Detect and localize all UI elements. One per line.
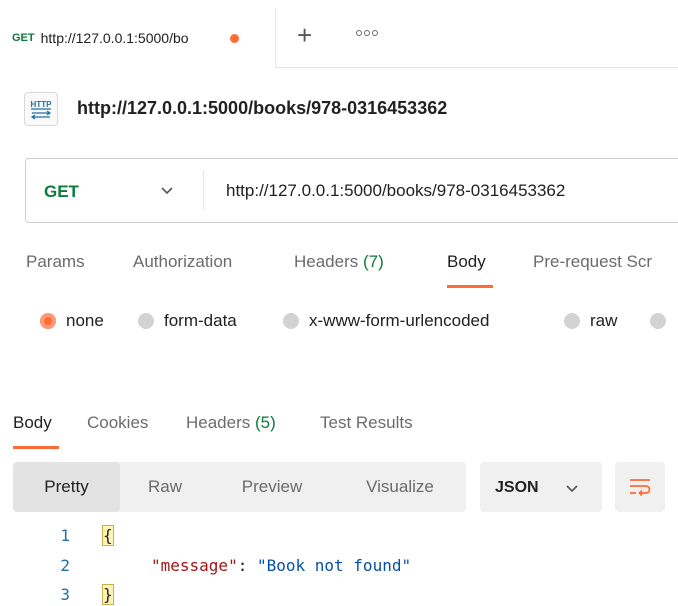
tab-method: GET (12, 32, 35, 44)
http-icon: HTTP (24, 92, 58, 126)
radio-label-form-data[interactable]: form-data (164, 311, 237, 331)
line-number: 3 (60, 585, 70, 604)
line-number: 2 (60, 556, 70, 575)
unsaved-indicator-icon (229, 33, 239, 43)
url-input[interactable]: http://127.0.0.1:5000/books/978-03164533… (226, 181, 565, 201)
response-tab-test-results[interactable]: Test Results (320, 413, 413, 433)
view-preview-button[interactable]: Preview (218, 462, 326, 512)
url-divider (203, 170, 204, 210)
radio-label-none[interactable]: none (66, 311, 104, 331)
line-number: 1 (60, 526, 70, 545)
tab-label: Headers (186, 413, 255, 432)
headers-count: (7) (362, 252, 384, 271)
wrap-lines-button[interactable] (615, 462, 665, 512)
tab-body[interactable]: Body (447, 252, 486, 272)
tab-title: http://127.0.0.1:5000/bo (40, 30, 189, 46)
headers-count: (5) (254, 413, 276, 432)
view-pretty-button[interactable]: Pretty (13, 462, 120, 512)
tab-authorization[interactable]: Authorization (133, 252, 232, 272)
request-tab[interactable]: GET http://127.0.0.1:5000/bo (0, 8, 276, 68)
code-line-3: } (102, 584, 114, 605)
tab-label: Cookies (87, 413, 149, 432)
active-response-tab-indicator (13, 446, 59, 449)
tab-headers[interactable]: Headers (7) (294, 252, 384, 272)
tab-label: Params (26, 252, 85, 271)
open-brace: { (102, 525, 114, 546)
tab-label: Headers (294, 252, 363, 271)
wrap-lines-icon (630, 479, 651, 497)
view-visualize-button[interactable]: Visualize (346, 462, 454, 512)
plus-icon[interactable]: + (297, 20, 312, 50)
json-value: "Book not found" (256, 556, 412, 575)
tab-params[interactable]: Params (26, 252, 85, 272)
json-colon: : (237, 556, 257, 575)
json-key: "message" (151, 556, 238, 575)
tab-label: Test Results (320, 413, 413, 432)
response-tab-cookies[interactable]: Cookies (87, 413, 148, 433)
response-tab-body[interactable]: Body (13, 413, 52, 433)
tab-pre-request-script[interactable]: Pre-request Scr (533, 252, 652, 272)
radio-none[interactable] (40, 313, 56, 329)
radio-x-www-form-urlencoded[interactable] (283, 313, 299, 329)
radio-binary[interactable] (650, 313, 666, 329)
radio-raw[interactable] (564, 313, 580, 329)
close-brace: } (102, 584, 114, 605)
response-tab-headers[interactable]: Headers (5) (186, 413, 276, 433)
format-label: JSON (495, 479, 539, 496)
tab-label: Body (13, 413, 52, 432)
radio-label-x-www-form-urlencoded[interactable]: x-www-form-urlencoded (309, 311, 489, 331)
method-select[interactable]: GET (44, 182, 79, 202)
tab-strip-divider (275, 67, 678, 68)
active-tab-indicator (447, 285, 493, 288)
tab-label: Body (447, 252, 486, 271)
code-line-1: { (102, 525, 114, 546)
tab-label: Pre-request Scr (533, 252, 653, 271)
view-raw-button[interactable]: Raw (120, 462, 210, 512)
ellipsis-icon[interactable] (356, 30, 378, 36)
tab-label: Authorization (133, 252, 233, 271)
chevron-down-icon (565, 481, 579, 500)
request-title[interactable]: http://127.0.0.1:5000/books/978-03164533… (77, 98, 447, 119)
chevron-down-icon[interactable] (160, 183, 174, 202)
code-line-2: "message": "Book not found" (151, 556, 411, 575)
radio-form-data[interactable] (138, 313, 154, 329)
svg-text:HTTP: HTTP (31, 100, 53, 109)
radio-label-raw[interactable]: raw (590, 311, 617, 331)
